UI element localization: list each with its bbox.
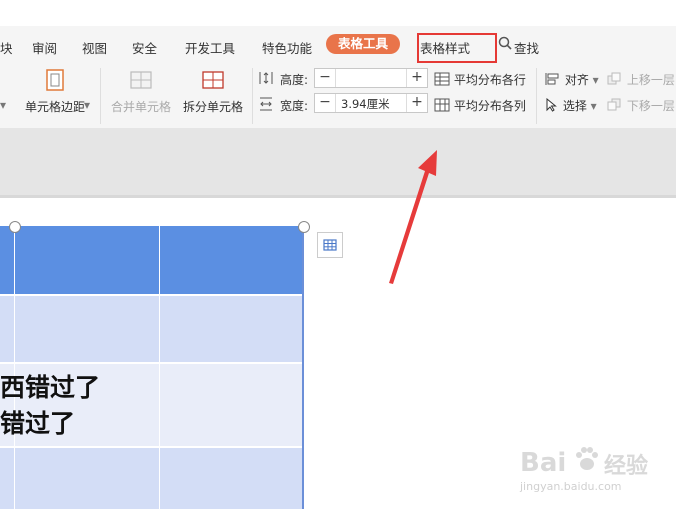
watermark-brand: Bai: [520, 448, 567, 478]
baidu-watermark: Bai 经验 jingyan.baidu.com: [520, 440, 670, 500]
red-arrow-annotation: [389, 150, 437, 284]
paw-icon: [572, 444, 602, 477]
watermark-url: jingyan.baidu.com: [520, 480, 622, 493]
watermark-brand-suffix: 经验: [604, 454, 649, 479]
